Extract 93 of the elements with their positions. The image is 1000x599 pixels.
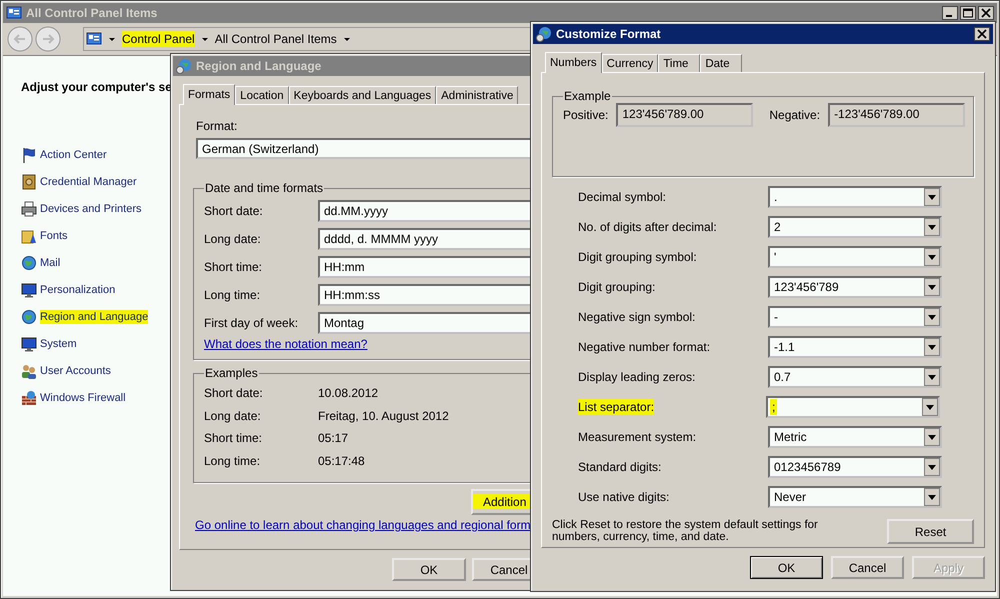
window-title: Region and Language: [196, 59, 322, 73]
window-title: Customize Format: [556, 27, 661, 41]
example-value: 10.08.2012: [318, 386, 378, 400]
setting-label: Display leading zeros:: [578, 369, 696, 385]
tab[interactable]: Numbers: [545, 52, 602, 73]
setting-dropdown[interactable]: 0.7: [768, 366, 942, 388]
control-panel-link[interactable]: Region and Language: [40, 310, 148, 324]
setting-dropdown[interactable]: ': [768, 246, 942, 268]
control-panel-icon: [86, 31, 102, 47]
minimize-icon[interactable]: [942, 6, 958, 20]
setting-label: List separator:: [578, 399, 654, 415]
brick-wall-icon: [21, 390, 37, 406]
setting-label: No. of digits after decimal:: [578, 219, 718, 235]
setting-label: Decimal symbol:: [578, 189, 668, 205]
help-link[interactable]: What does the notation mean?: [204, 337, 368, 351]
control-panel-link[interactable]: Windows Firewall: [40, 390, 126, 404]
setting-label: Negative number format:: [578, 339, 712, 355]
tab[interactable]: Keyboards and Languages: [288, 86, 436, 104]
tab[interactable]: Time: [658, 54, 700, 72]
control-panel-link[interactable]: Personalization: [40, 282, 116, 296]
safe-icon: [21, 174, 37, 190]
tab[interactable]: Administrative: [436, 86, 518, 104]
example-label: Long time:: [204, 454, 262, 468]
field-label: Long time:: [204, 288, 262, 302]
window-title: All Control Panel Items: [26, 6, 158, 20]
folder-icon: [21, 228, 37, 244]
example-label: Long date:: [204, 408, 262, 423]
control-panel-link[interactable]: Devices and Printers: [40, 202, 142, 216]
globe-icon: [536, 26, 552, 42]
tab[interactable]: Formats: [183, 84, 236, 105]
caret-icon[interactable]: [108, 35, 116, 43]
setting-label: Digit grouping symbol:: [578, 249, 698, 265]
example-value: 05:17:48: [318, 454, 365, 468]
field-label: Short date:: [204, 204, 264, 218]
setting-dropdown[interactable]: ;: [766, 396, 940, 418]
dialog-button[interactable]: Cancel: [830, 556, 904, 579]
globe-icon: [176, 58, 192, 74]
negative-example-field: -123'456'789.00: [828, 103, 966, 127]
control-panel-link[interactable]: Credential Manager: [40, 174, 137, 188]
setting-dropdown[interactable]: 0123456789: [768, 456, 942, 478]
example-value: 05:17: [318, 431, 348, 446]
setting-dropdown[interactable]: -: [768, 306, 942, 328]
positive-label: Positive:: [563, 108, 608, 122]
reset-note: Click Reset to restore the system default settings for numbers, currency, time, and date.: [552, 519, 819, 543]
setting-dropdown[interactable]: 123'456'789: [768, 276, 942, 298]
tab[interactable]: Currency: [602, 54, 658, 72]
globe-icon: [21, 308, 37, 324]
control-panel-link[interactable]: Mail: [40, 256, 60, 270]
group-title: Example: [563, 89, 612, 103]
setting-dropdown[interactable]: 2: [768, 216, 942, 238]
group-title: Date and time formats: [204, 181, 324, 195]
reset-button[interactable]: Reset: [887, 519, 974, 544]
control-panel-link[interactable]: Action Center: [40, 148, 107, 162]
setting-dropdown[interactable]: -1.1: [768, 336, 942, 358]
tab[interactable]: Location: [235, 86, 289, 104]
setting-label: Negative sign symbol:: [578, 309, 696, 325]
close-icon[interactable]: [974, 27, 990, 41]
flag-icon: [21, 146, 37, 162]
setting-dropdown[interactable]: .: [768, 186, 942, 208]
tab[interactable]: Date: [700, 54, 742, 72]
setting-dropdown[interactable]: Never: [768, 486, 942, 508]
globe-icon: [21, 254, 37, 270]
breadcrumb-item[interactable]: Control Panel: [122, 31, 195, 47]
monitor-icon: [21, 282, 37, 298]
setting-label: Digit grouping:: [578, 279, 656, 295]
positive-example-field: 123'456'789.00: [616, 103, 754, 127]
printer-icon: [21, 200, 37, 216]
field-label: Short time:: [204, 260, 264, 274]
people-icon: [21, 362, 37, 378]
setting-dropdown[interactable]: Metric: [768, 426, 942, 448]
example-label: Short date:: [204, 386, 264, 400]
breadcrumb-item[interactable]: All Control Panel Items: [214, 31, 337, 47]
control-panel-icon: [6, 5, 22, 21]
control-panel-link[interactable]: System: [40, 336, 77, 350]
example-label: Short time:: [204, 431, 264, 446]
group-title: Examples: [204, 366, 259, 380]
close-icon[interactable]: [978, 6, 994, 20]
example-value: Freitag, 10. August 2012: [318, 408, 449, 423]
control-panel-link[interactable]: User Accounts: [40, 364, 111, 378]
maximize-icon[interactable]: [960, 6, 976, 20]
monitor-icon: [21, 336, 37, 352]
field-label: Long date:: [204, 232, 262, 246]
caret-icon[interactable]: [200, 35, 209, 43]
negative-label: Negative:: [769, 108, 820, 122]
dialog-button[interactable]: OK: [750, 556, 823, 579]
field-label: First day of week:: [204, 316, 300, 330]
control-panel-link[interactable]: Fonts: [40, 228, 68, 242]
format-label: Format:: [196, 119, 238, 133]
setting-label: Measurement system:: [578, 429, 698, 445]
dialog-button[interactable]: OK: [392, 558, 466, 581]
setting-label: Use native digits:: [578, 489, 670, 505]
setting-label: Standard digits:: [578, 459, 662, 475]
caret-icon[interactable]: [342, 35, 351, 43]
